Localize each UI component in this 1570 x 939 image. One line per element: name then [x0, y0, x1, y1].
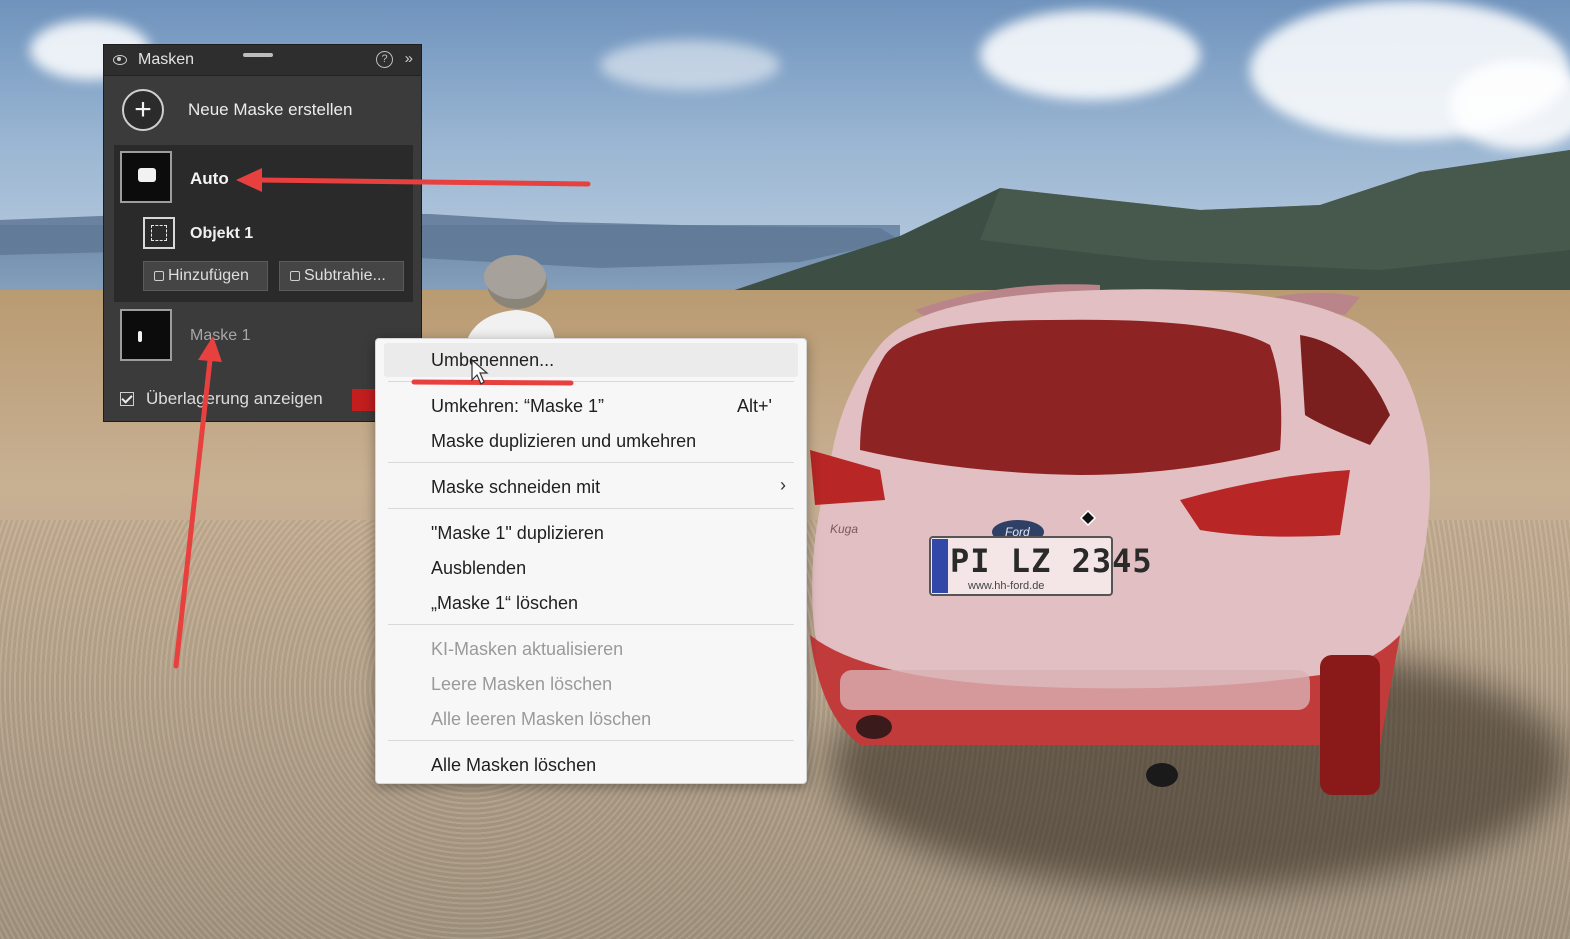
annotation-arrowhead — [236, 168, 262, 192]
annotation-arrow-maske1 — [173, 357, 213, 669]
annotations-layer — [173, 168, 591, 669]
annotation-underline — [411, 379, 574, 386]
annotation-arrow-auto — [255, 177, 591, 187]
annotation-arrowhead — [198, 336, 222, 362]
